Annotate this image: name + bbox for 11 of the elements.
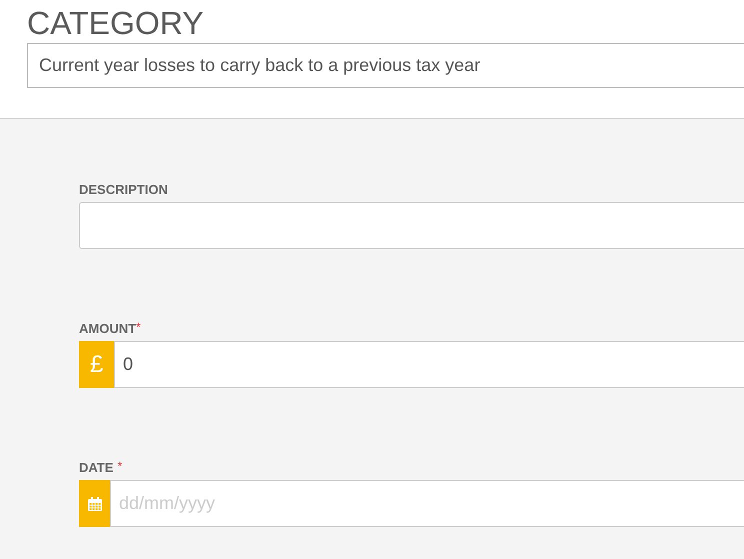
required-mark: * [117,460,122,472]
field-label: DATE [79,460,114,476]
amount-field[interactable]: 0 [114,341,744,388]
field-label: DESCRIPTION [79,182,168,198]
description-field[interactable] [79,202,744,249]
field-label: AMOUNT [79,321,136,337]
category-field[interactable]: Current year losses to carry back to a previous tax year [27,43,744,88]
calendar-icon[interactable] [88,496,102,510]
category-title: CATEGORY [27,4,205,42]
currency-prefix: £ [79,341,114,388]
required-mark: * [136,321,141,333]
